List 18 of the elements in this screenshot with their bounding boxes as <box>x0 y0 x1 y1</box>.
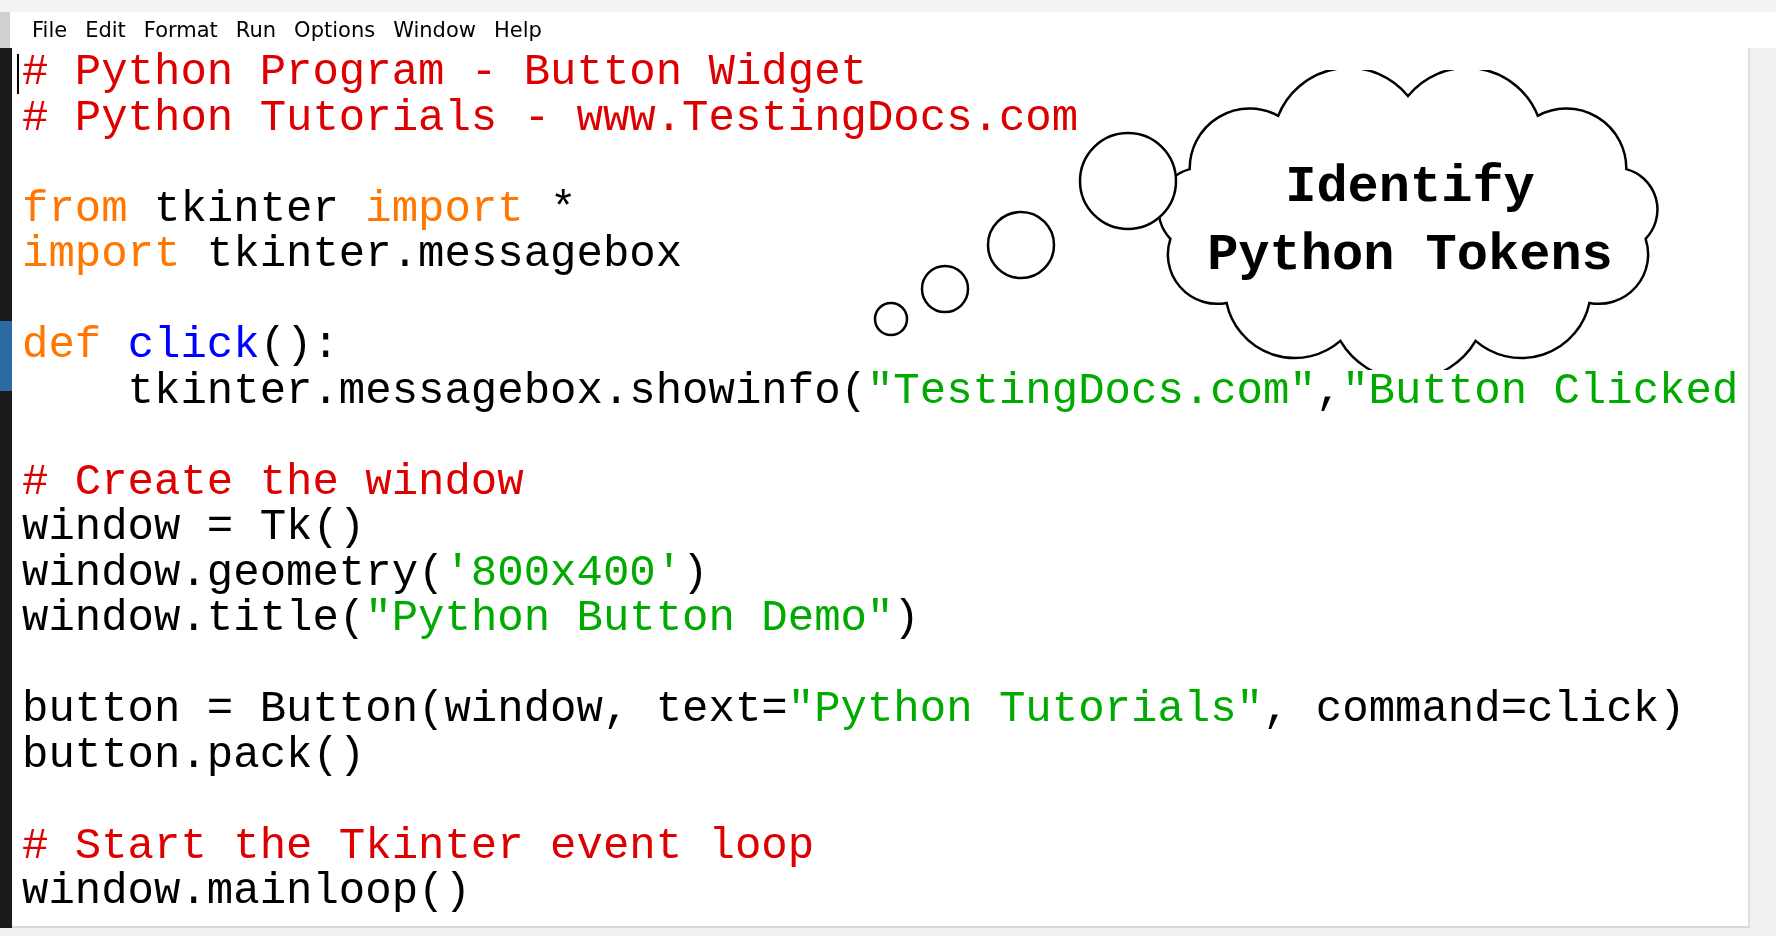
code-keyword: def <box>22 320 103 370</box>
string-literal: "Button Clicked <box>1342 365 1739 416</box>
menu-item[interactable]: File <box>32 18 68 42</box>
code-text: , <box>1315 365 1343 416</box>
menu-item[interactable]: Help <box>493 18 542 42</box>
text-cursor <box>17 54 19 94</box>
bubble-text: Identify <box>1285 158 1535 218</box>
menu-item[interactable]: Format <box>143 18 218 42</box>
code-text: , command=click) <box>1263 684 1686 734</box>
menu-item[interactable]: Edit <box>85 18 126 42</box>
string-literal: "TestingDocs.com" <box>866 365 1316 416</box>
menu-item[interactable]: Window <box>393 18 476 42</box>
bubble-text: Python Tokens <box>1207 226 1613 286</box>
menu-item[interactable]: Run <box>235 18 277 42</box>
code-text: ) <box>893 593 920 643</box>
menu-item[interactable]: Options <box>294 18 376 42</box>
string-literal: "Python Tutorials" <box>787 684 1263 734</box>
code-editor[interactable] <box>12 48 1750 928</box>
